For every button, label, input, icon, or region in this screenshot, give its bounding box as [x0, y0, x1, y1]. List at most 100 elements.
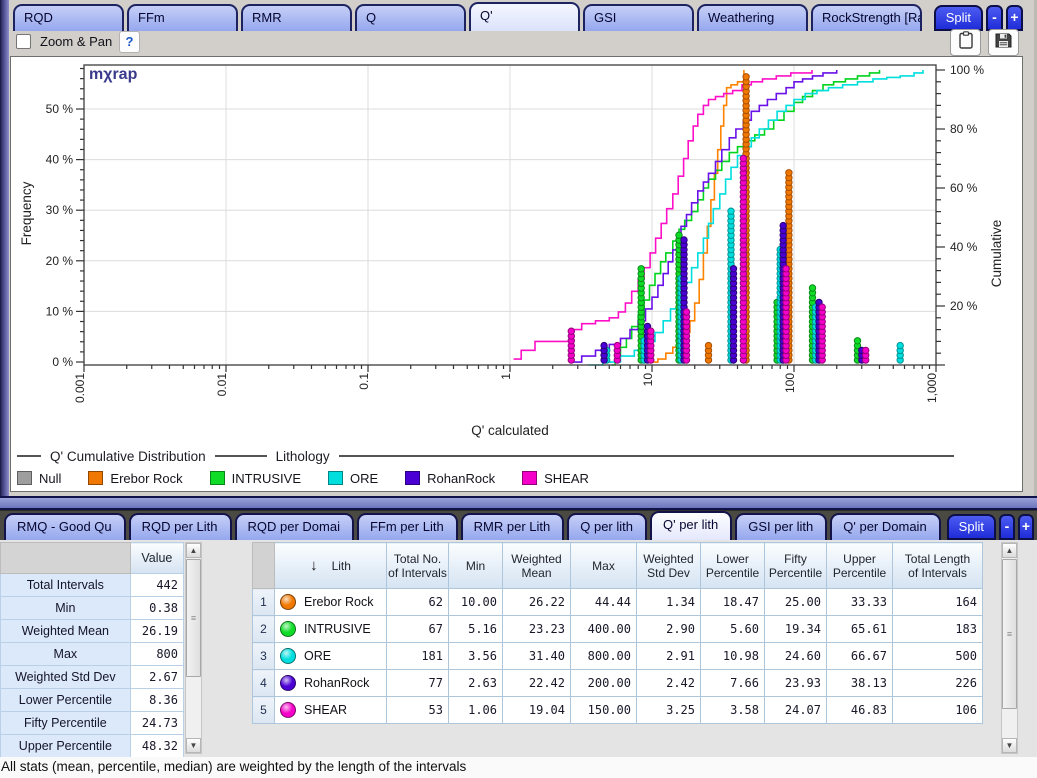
- lith-row-rohanrock[interactable]: 4RohanRock772.6322.42200.002.427.6623.93…: [253, 670, 983, 697]
- stat-label: Lower Percentile: [1, 689, 131, 712]
- svg-text:40 %: 40 %: [46, 153, 74, 167]
- top-split-button[interactable]: Split: [934, 5, 983, 31]
- lith-stat-value: 2.42: [637, 670, 701, 697]
- x-axis-label: Q' calculated: [471, 423, 549, 438]
- bottom-tab-rqd-per-domai[interactable]: RQD per Domai: [235, 513, 354, 540]
- lith-header-upper[interactable]: Upper Percentile: [827, 543, 893, 589]
- scrollbar-thumb[interactable]: ≡: [186, 559, 201, 677]
- lith-stat-value: 1.06: [449, 697, 503, 724]
- svg-text:0.1: 0.1: [357, 373, 371, 390]
- top-tab-rmr[interactable]: RMR: [241, 4, 352, 31]
- scrollbar-thumb[interactable]: ≡: [1002, 559, 1017, 709]
- bottom-split-button[interactable]: Split: [947, 514, 996, 540]
- bottom-tab-q-per-domain[interactable]: Q' per Domain: [830, 513, 940, 540]
- svg-text:1,000: 1,000: [925, 373, 939, 403]
- stats-row-weighted-std-dev[interactable]: Weighted Std Dev2.67: [1, 666, 184, 689]
- lith-stat-value: 38.13: [827, 670, 893, 697]
- stat-value: 800: [130, 643, 183, 666]
- chart-grid: [84, 65, 936, 365]
- lith-stat-value: 7.66: [701, 670, 765, 697]
- scroll-down-icon[interactable]: ▼: [1002, 738, 1017, 753]
- bottom-tab-q-per-lith[interactable]: Q per lith: [567, 513, 647, 540]
- qprime-distribution-chart[interactable]: 0 %10 %20 %30 %40 %50 %20 %40 %60 %80 %1…: [11, 57, 1022, 443]
- pane-splitter[interactable]: [0, 496, 1037, 510]
- lith-header-weighted[interactable]: Weighted Std Dev: [637, 543, 701, 589]
- bottom-tab-q-per-lith[interactable]: Q' per lith: [650, 511, 732, 540]
- lith-stat-value: 200.00: [571, 670, 637, 697]
- top-tab-rockstrength-rar[interactable]: RockStrength [Rar: [811, 4, 922, 31]
- lith-header-max[interactable]: Max: [571, 543, 637, 589]
- dots-shear: [568, 155, 869, 363]
- stat-label: Weighted Mean: [1, 620, 131, 643]
- zoom-pan-label: Zoom & Pan: [40, 34, 112, 49]
- top-tab-q-[interactable]: Q': [469, 2, 580, 31]
- save-button[interactable]: [988, 29, 1019, 56]
- stats-row-lower-percentile[interactable]: Lower Percentile8.36: [1, 689, 184, 712]
- stats-row-upper-percentile[interactable]: Upper Percentile48.32: [1, 735, 184, 758]
- stats-row-max[interactable]: Max800: [1, 643, 184, 666]
- legend-label: Null: [39, 471, 61, 486]
- top-collapse-button[interactable]: -: [986, 5, 1003, 31]
- lith-stat-value: 67: [387, 616, 449, 643]
- scroll-up-icon[interactable]: ▲: [186, 543, 201, 558]
- lith-name: INTRUSIVE: [304, 622, 371, 636]
- stats-row-weighted-mean[interactable]: Weighted Mean26.19: [1, 620, 184, 643]
- lith-stat-value: 77: [387, 670, 449, 697]
- legend-swatch: [522, 471, 537, 485]
- lith-stat-value: 400.00: [571, 616, 637, 643]
- lith-header-lith[interactable]: ↓Lith: [275, 543, 387, 589]
- row-number: 1: [253, 589, 275, 616]
- stats-row-total-intervals[interactable]: Total Intervals442: [1, 574, 184, 597]
- top-tab-ffm[interactable]: FFm: [127, 4, 238, 31]
- lith-row-intrusive[interactable]: 2INTRUSIVE675.1623.23400.002.905.6019.34…: [253, 616, 983, 643]
- lith-stat-value: 46.83: [827, 697, 893, 724]
- stats-table-scrollbar[interactable]: ▲ ≡ ▼: [185, 542, 202, 754]
- lith-color-icon: [280, 648, 296, 664]
- lith-row-shear[interactable]: 5SHEAR531.0619.04150.003.253.5824.0746.8…: [253, 697, 983, 724]
- legend-item-null: Null: [17, 471, 61, 486]
- lith-header-weighted[interactable]: Weighted Mean: [503, 543, 571, 589]
- top-tab-gsi[interactable]: GSI: [583, 4, 694, 31]
- legend-swatch: [405, 471, 420, 485]
- lith-row-ore[interactable]: 3ORE1813.5631.40800.002.9110.9824.6066.6…: [253, 643, 983, 670]
- bottom-tab-gsi-per-lith[interactable]: GSI per lith: [735, 513, 827, 540]
- stats-header-value[interactable]: Value: [130, 543, 183, 574]
- lith-header-total-length[interactable]: Total Length of Intervals: [893, 543, 983, 589]
- lith-stat-value: 150.00: [571, 697, 637, 724]
- scroll-up-icon[interactable]: ▲: [1002, 543, 1017, 558]
- lith-header-fifty[interactable]: Fifty Percentile: [765, 543, 827, 589]
- copy-to-clipboard-button[interactable]: [950, 29, 981, 56]
- lith-stat-value: 1.34: [637, 589, 701, 616]
- lith-name: RohanRock: [304, 676, 369, 690]
- stats-row-min[interactable]: Min0.38: [1, 597, 184, 620]
- lith-header-lower[interactable]: Lower Percentile: [701, 543, 765, 589]
- zoom-pan-checkbox[interactable]: [16, 34, 31, 49]
- row-number: 4: [253, 670, 275, 697]
- bottom-tab-ffm-per-lith[interactable]: FFm per Lith: [357, 513, 458, 540]
- lith-header-total-no-[interactable]: Total No. of Intervals: [387, 543, 449, 589]
- row-number: 2: [253, 616, 275, 643]
- lith-color-icon: [280, 621, 296, 637]
- axis-labels: 0 %10 %20 %30 %40 %50 %20 %40 %60 %80 %1…: [19, 63, 1004, 438]
- scroll-down-icon[interactable]: ▼: [186, 738, 201, 753]
- top-tab-rqd[interactable]: RQD: [13, 4, 124, 31]
- lith-table-scrollbar[interactable]: ▲ ≡ ▼: [1001, 542, 1018, 754]
- top-expand-button[interactable]: +: [1006, 5, 1023, 31]
- lith-row-erebor-rock[interactable]: 1Erebor Rock6210.0026.2244.441.3418.4725…: [253, 589, 983, 616]
- top-tab-q[interactable]: Q: [355, 4, 466, 31]
- bottom-tab-rmr-per-lith[interactable]: RMR per Lith: [461, 513, 565, 540]
- bottom-expand-button[interactable]: +: [1018, 514, 1034, 540]
- stats-header-blank: [1, 543, 131, 574]
- sort-descending-icon[interactable]: ↓: [310, 557, 318, 574]
- bottom-collapse-button[interactable]: -: [999, 514, 1015, 540]
- stats-row-fifty-percentile[interactable]: Fifty Percentile24.73: [1, 712, 184, 735]
- lith-name: ORE: [304, 649, 331, 663]
- bottom-tab-rqd-per-lith[interactable]: RQD per Lith: [129, 513, 232, 540]
- help-button[interactable]: ?: [119, 31, 140, 53]
- bottom-tab-rmq-good-qu[interactable]: RMQ - Good Qu: [4, 513, 126, 540]
- lith-header-min[interactable]: Min: [449, 543, 503, 589]
- lith-stat-value: 31.40: [503, 643, 571, 670]
- lith-stat-value: 19.34: [765, 616, 827, 643]
- top-tab-weathering[interactable]: Weathering: [697, 4, 808, 31]
- stat-value: 2.67: [130, 666, 183, 689]
